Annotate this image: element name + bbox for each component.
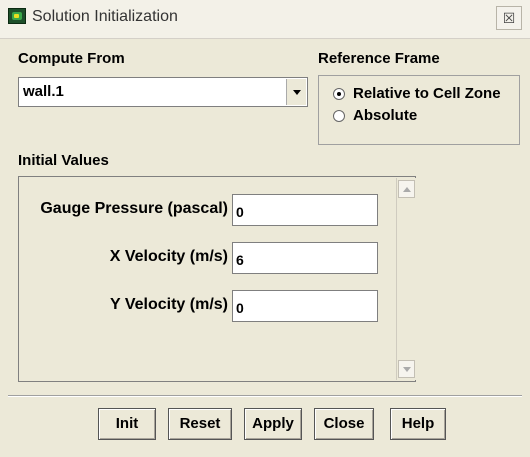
close-button[interactable]: Close bbox=[314, 408, 374, 440]
help-button[interactable]: Help bbox=[390, 408, 446, 440]
scroll-down-arrow-icon[interactable] bbox=[398, 360, 415, 378]
absolute-label[interactable]: Absolute bbox=[353, 107, 417, 124]
relative-to-cell-zone-label[interactable]: Relative to Cell Zone bbox=[353, 85, 501, 102]
reference-frame-label: Reference Frame bbox=[318, 50, 440, 67]
window-title: Solution Initialization bbox=[32, 8, 178, 25]
reference-frame-group: Relative to Cell Zone Absolute bbox=[318, 75, 520, 145]
compute-from-label: Compute From bbox=[18, 50, 125, 67]
close-window-button[interactable]: ☒ bbox=[496, 6, 522, 30]
apply-button[interactable]: Apply bbox=[244, 408, 302, 440]
solution-initialization-dialog: Solution Initialization ☒ Compute From w… bbox=[0, 0, 530, 457]
relative-to-cell-zone-radio[interactable] bbox=[333, 88, 345, 100]
reset-button[interactable]: Reset bbox=[168, 408, 232, 440]
scroll-up-arrow-icon[interactable] bbox=[398, 180, 415, 198]
dropdown-arrow-icon[interactable] bbox=[286, 79, 306, 105]
title-bar[interactable]: Solution Initialization ☒ bbox=[0, 0, 530, 39]
separator bbox=[8, 395, 522, 397]
gauge-pressure-label: Gauge Pressure (pascal) bbox=[40, 200, 228, 217]
init-button[interactable]: Init bbox=[98, 408, 156, 440]
gauge-pressure-input[interactable]: 0 bbox=[232, 194, 378, 226]
x-velocity-input[interactable]: 6 bbox=[232, 242, 378, 274]
vertical-scrollbar[interactable] bbox=[396, 178, 416, 380]
compute-from-value: wall.1 bbox=[23, 83, 64, 100]
initial-values-label: Initial Values bbox=[18, 152, 109, 169]
app-icon bbox=[8, 8, 26, 24]
y-velocity-input[interactable]: 0 bbox=[232, 290, 378, 322]
absolute-radio[interactable] bbox=[333, 110, 345, 122]
compute-from-dropdown[interactable]: wall.1 bbox=[18, 77, 308, 107]
y-velocity-label: Y Velocity (m/s) bbox=[110, 296, 228, 313]
x-velocity-label: X Velocity (m/s) bbox=[109, 248, 228, 265]
